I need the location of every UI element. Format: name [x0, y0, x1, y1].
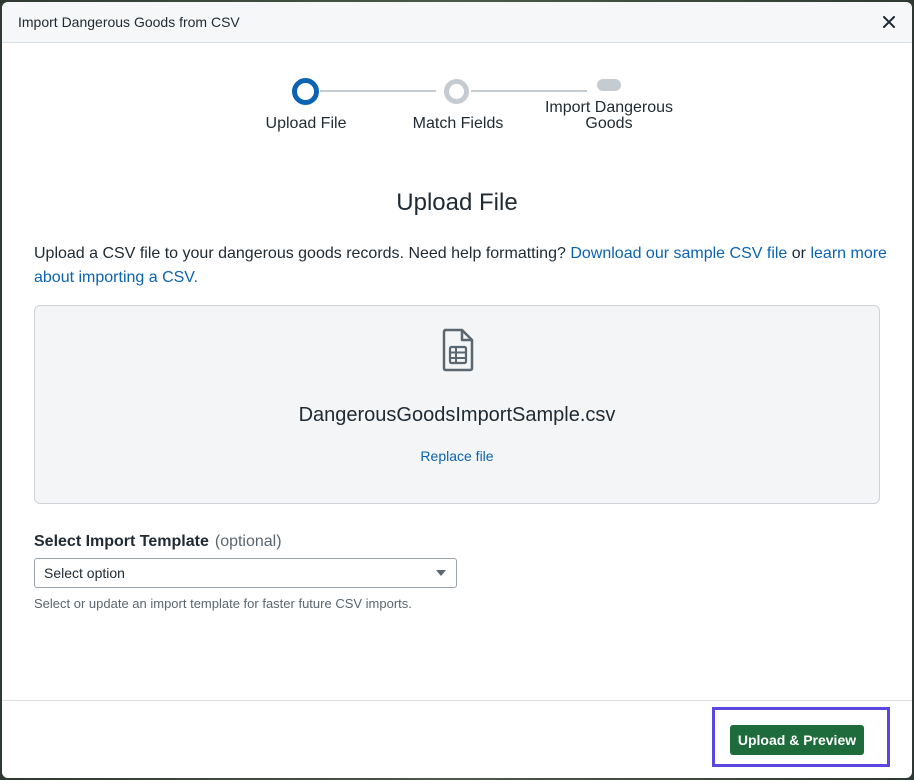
spreadsheet-file-icon [441, 328, 475, 372]
uploaded-file-name: DangerousGoodsImportSample.csv [298, 404, 616, 426]
step-upcoming-indicator [597, 79, 621, 91]
modal-footer: Upload & Preview [2, 700, 912, 778]
step-label-import-line2: Goods [585, 115, 633, 132]
modal-title: Import Dangerous Goods from CSV [18, 14, 240, 30]
replace-file-link[interactable]: Replace file [35, 448, 879, 464]
intro-text: Upload a CSV file to your dangerous good… [34, 242, 890, 290]
upload-preview-button[interactable]: Upload & Preview [730, 725, 864, 755]
step-label-upload-file: Upload File [265, 115, 347, 132]
download-sample-link[interactable]: Download our sample CSV file [570, 245, 787, 262]
section-title: Upload File [396, 189, 518, 216]
or-text: or [791, 245, 807, 262]
step-current-indicator [292, 78, 319, 105]
step-connector [320, 90, 436, 92]
step-upcoming-indicator [444, 79, 469, 104]
file-dropzone[interactable]: DangerousGoodsImportSample.csv Replace f… [34, 305, 880, 504]
step-label-import-line1: Import Dangerous [544, 99, 674, 116]
template-label: Select Import Template (optional) [34, 533, 282, 551]
chevron-down-icon [436, 570, 446, 576]
import-modal: Import Dangerous Goods from CSV Upload F… [2, 2, 912, 778]
template-helper-text: Select or update an import template for … [34, 596, 412, 611]
import-template-select[interactable]: Select option [34, 558, 457, 588]
progress-stepper: Upload File Match Fields Import Dangerou… [2, 76, 912, 146]
template-optional-text: (optional) [214, 533, 282, 550]
step-label-match-fields: Match Fields [412, 115, 504, 132]
step-connector [471, 90, 587, 92]
select-value: Select option [44, 565, 125, 581]
close-icon[interactable] [880, 13, 898, 31]
template-label-text: Select Import Template [34, 533, 209, 550]
modal-header: Import Dangerous Goods from CSV [2, 2, 912, 43]
intro-text-body: Upload a CSV file to your dangerous good… [34, 245, 566, 262]
